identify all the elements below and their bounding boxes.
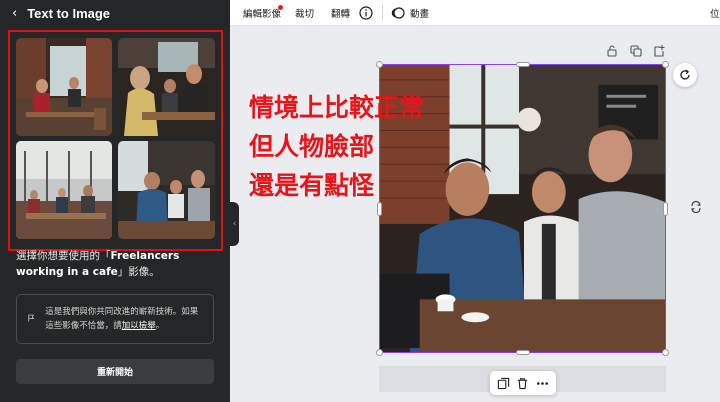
resize-handle-right[interactable] — [663, 202, 668, 216]
generated-image-1[interactable] — [16, 38, 112, 136]
notification-dot — [278, 5, 283, 10]
restart-button[interactable]: 重新開始 — [16, 359, 214, 384]
annotation-line-2: 但人物臉部 — [249, 132, 375, 161]
selection-instruction: 選擇你想要使用的「Freelancers working in a cafe」影… — [16, 248, 221, 280]
panel-header: ‹ Text to Image — [0, 0, 230, 26]
resize-handle-bottom-left[interactable] — [376, 349, 383, 356]
add-page-icon[interactable] — [652, 44, 666, 58]
info-icon[interactable] — [359, 0, 373, 26]
duplicate-page-icon[interactable] — [629, 44, 643, 58]
panel-title: Text to Image — [27, 5, 111, 21]
back-chevron-icon[interactable]: ‹ — [12, 7, 17, 20]
rotate-icon[interactable] — [689, 200, 703, 214]
duplicate-icon[interactable] — [497, 376, 511, 390]
resize-handle-bottom[interactable] — [516, 350, 530, 355]
resize-handle-bottom-right[interactable] — [662, 349, 669, 356]
instruction-suffix: 」影像。 — [117, 266, 160, 278]
annotation-line-3: 還是有點怪 — [249, 171, 375, 200]
collapse-panel-handle[interactable]: ‹ — [230, 202, 239, 246]
generated-image-2[interactable] — [118, 38, 215, 136]
generated-image-3[interactable] — [16, 141, 112, 239]
context-toolbar: 編輯影像 裁切 翻轉 動畫 位 — [230, 0, 720, 26]
trash-icon[interactable] — [516, 376, 530, 390]
animate-icon[interactable] — [391, 0, 405, 26]
beta-notice: 這是我們與你共同改進的嶄新技術。如果這些影像不恰當，請加以檢舉。 — [16, 294, 214, 344]
resize-handle-top-left[interactable] — [376, 61, 383, 68]
refresh-icon — [680, 69, 690, 80]
floating-action-bar — [490, 371, 556, 395]
resize-handle-top[interactable] — [516, 62, 530, 67]
resize-handle-top-right[interactable] — [662, 61, 669, 68]
regenerate-button[interactable] — [673, 63, 697, 87]
text-to-image-panel: ‹ Text to Image 選擇你想要使用的「Freelancers wor… — [0, 0, 230, 402]
notice-text: 這是我們與你共同改進的嶄新技術。如果這些影像不恰當，請加以檢舉。 — [45, 305, 205, 343]
annotation-line-1: 情境上比較正常 — [249, 93, 425, 122]
report-link[interactable]: 加以檢舉 — [122, 321, 156, 331]
lock-icon[interactable] — [605, 44, 619, 58]
generated-images-grid — [8, 30, 223, 251]
notice-end: 。 — [155, 321, 165, 331]
instruction-prefix: 選擇你想要使用的「 — [16, 250, 111, 262]
more-options-icon[interactable] — [535, 376, 549, 390]
toolbar-divider — [382, 5, 383, 21]
animate-button[interactable]: 動畫 — [410, 0, 429, 26]
edit-image-button[interactable]: 編輯影像 — [243, 0, 281, 26]
flip-button[interactable]: 翻轉 — [331, 0, 350, 26]
red-annotation-text: 情境上比較正常 但人物臉部 還是有點怪 — [249, 88, 424, 205]
position-button[interactable]: 位 — [710, 0, 720, 26]
flag-icon — [28, 314, 35, 322]
generated-image-4[interactable] — [118, 141, 215, 239]
crop-button[interactable]: 裁切 — [295, 0, 314, 26]
